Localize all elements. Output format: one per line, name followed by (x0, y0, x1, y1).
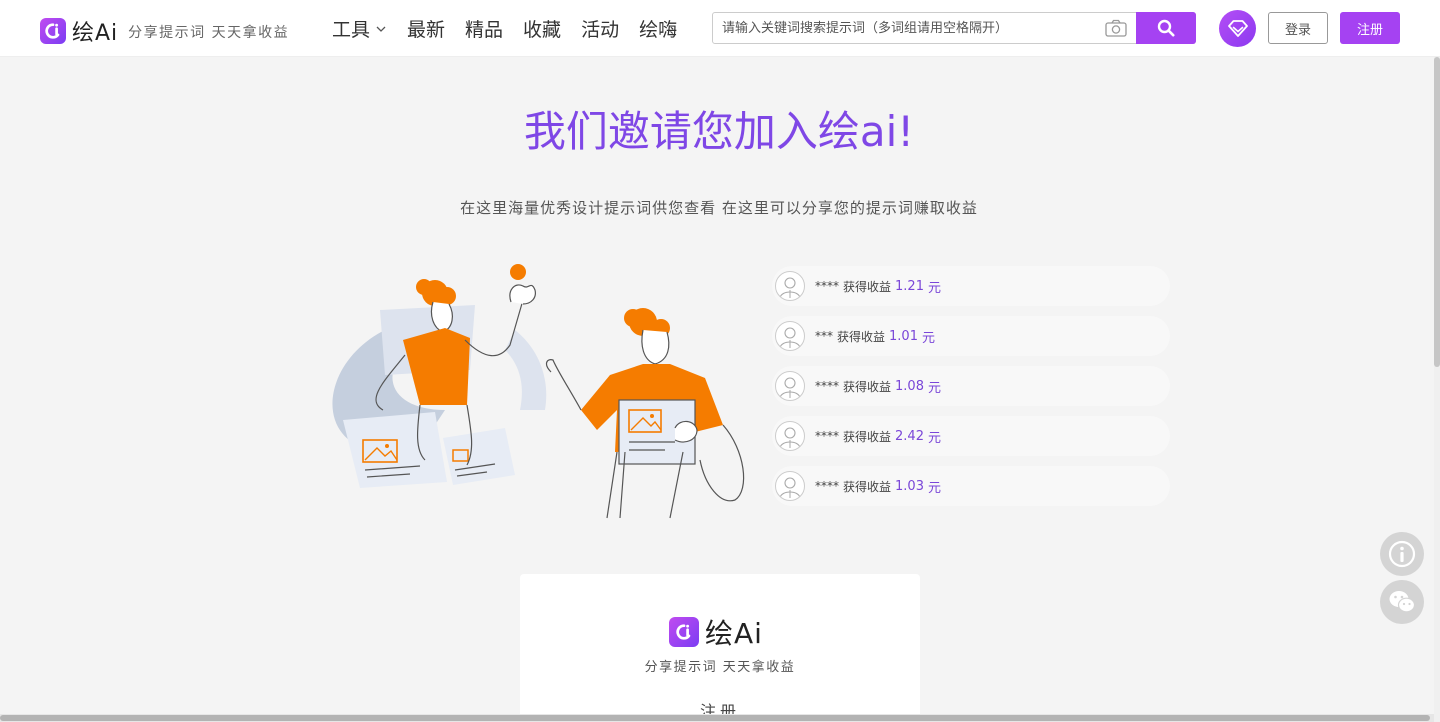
logo-icon (669, 617, 699, 647)
hero-subtitle: 在这里海量优秀设计提示词供您查看 在这里可以分享您的提示词赚取收益 (460, 199, 978, 217)
nav-item-label: 精品 (465, 19, 504, 41)
nav-item-label: 收藏 (523, 19, 562, 41)
nav-item-tools[interactable]: 工具 (332, 15, 387, 42)
earn-amount: 1.01 (889, 328, 918, 344)
wechat-button[interactable] (1380, 580, 1424, 624)
list-item: **** 获得收益 1.21 元 (772, 266, 1170, 306)
earn-user: **** (815, 279, 839, 293)
nav-item-label: 最新 (407, 19, 446, 41)
main-nav: 工具 最新 精品 收藏 活动 绘嗨 (332, 15, 677, 42)
earn-user: *** (815, 329, 833, 343)
logo-slogan: 分享提示词 天天拿收益 (128, 25, 290, 41)
earn-user: **** (815, 479, 839, 493)
horizontal-scrollbar[interactable] (0, 714, 1434, 722)
list-item: *** 获得收益 1.01 元 (772, 316, 1170, 356)
nav-item-label: 活动 (581, 19, 620, 41)
register-card: 绘Ai 分享提示词 天天拿收益 注册 (520, 574, 920, 722)
earn-amount: 1.08 (895, 378, 924, 394)
camera-icon[interactable] (1096, 13, 1136, 43)
avatar-icon (775, 271, 805, 301)
vertical-scrollbar[interactable] (1434, 57, 1440, 722)
nav-item-events[interactable]: 活动 (581, 15, 619, 42)
nav-item-latest[interactable]: 最新 (407, 15, 445, 42)
earn-amount: 2.42 (895, 428, 924, 444)
avatar-icon (775, 371, 805, 401)
search-button[interactable] (1136, 12, 1196, 44)
earn-unit: 元 (927, 430, 941, 446)
earn-label: 获得收益 (837, 329, 886, 344)
card-slogan: 分享提示词 天天拿收益 (644, 660, 796, 675)
chevron-down-icon (376, 26, 386, 32)
info-icon (1388, 540, 1416, 568)
avatar-icon (775, 321, 805, 351)
search-icon (1157, 19, 1175, 37)
list-item: **** 获得收益 2.42 元 (772, 416, 1170, 456)
vip-diamond-icon[interactable] (1219, 10, 1256, 47)
earn-amount: 1.03 (895, 478, 924, 494)
card-logo: 绘Ai (669, 612, 763, 652)
nav-item-premium[interactable]: 精品 (465, 15, 503, 42)
earn-label: 获得收益 (843, 379, 892, 394)
earn-amount: 1.21 (895, 278, 924, 294)
search-bar (712, 12, 1196, 44)
avatar-icon (775, 471, 805, 501)
earn-unit: 元 (927, 280, 941, 296)
top-header: 绘Ai 分享提示词 天天拿收益 工具 最新 精品 收藏 活动 绘嗨 登录 注册 (0, 0, 1440, 57)
login-button[interactable]: 登录 (1268, 12, 1328, 44)
earn-user: **** (815, 429, 839, 443)
earn-label: 获得收益 (843, 429, 892, 444)
logo-icon (40, 18, 66, 44)
wechat-icon (1389, 591, 1416, 613)
scrollbar-thumb[interactable] (1434, 57, 1440, 367)
earn-unit: 元 (921, 330, 935, 346)
avatar-icon (775, 421, 805, 451)
logo-text: 绘Ai (72, 21, 119, 46)
earn-label: 获得收益 (843, 279, 892, 294)
earn-unit: 元 (927, 480, 941, 496)
card-logo-text: 绘Ai (705, 617, 763, 650)
search-input[interactable] (713, 13, 1096, 43)
list-item: **** 获得收益 1.08 元 (772, 366, 1170, 406)
register-button[interactable]: 注册 (1340, 12, 1400, 44)
earn-unit: 元 (927, 380, 941, 396)
scrollbar-thumb[interactable] (0, 715, 1430, 721)
nav-item-huihai[interactable]: 绘嗨 (639, 15, 677, 42)
hero-illustration (325, 260, 755, 525)
nav-item-label: 绘嗨 (639, 19, 678, 41)
list-item: **** 获得收益 1.03 元 (772, 466, 1170, 506)
nav-item-label: 工具 (332, 19, 371, 41)
earn-user: **** (815, 379, 839, 393)
site-logo[interactable]: 绘Ai 分享提示词 天天拿收益 (40, 15, 289, 47)
info-button[interactable] (1380, 532, 1424, 576)
earn-label: 获得收益 (843, 479, 892, 494)
earnings-list: **** 获得收益 1.21 元 *** 获得收益 1.01 元 **** 获得… (772, 266, 1170, 516)
nav-item-favorites[interactable]: 收藏 (523, 15, 561, 42)
hero-title: 我们邀请您加入绘ai! (523, 107, 915, 156)
